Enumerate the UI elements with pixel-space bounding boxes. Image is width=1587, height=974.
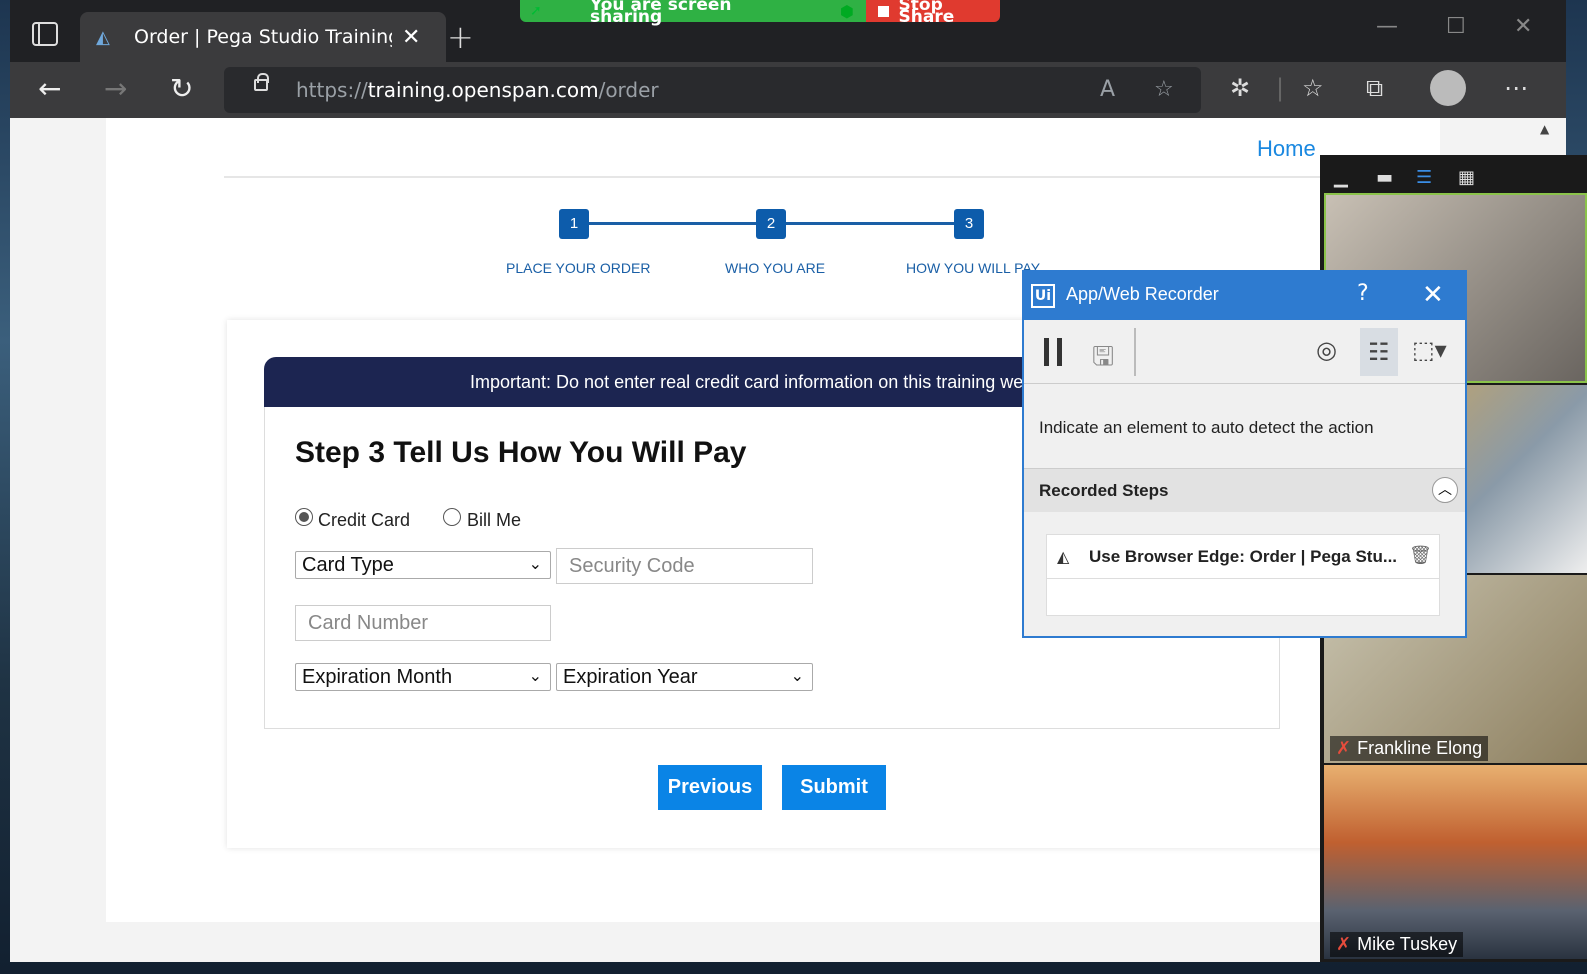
selection-options-icon[interactable]: ⬚▾ <box>1412 336 1447 364</box>
read-aloud-icon[interactable]: A <box>1100 77 1115 102</box>
pega-favicon-icon: ◭ <box>96 26 110 48</box>
collapse-icon[interactable]: ︿ <box>1432 477 1458 503</box>
stepper-connector <box>786 222 968 225</box>
step-2-marker: 2 <box>756 209 786 239</box>
address-bar[interactable]: https://training.openspan.com/order A ☆ <box>224 67 1201 113</box>
recorder-hint: Indicate an element to auto detect the a… <box>1039 418 1374 437</box>
close-tab-icon[interactable]: ✕ <box>402 25 420 50</box>
help-icon[interactable]: ? <box>1357 281 1369 306</box>
expiration-year-select[interactable]: Expiration Year ⌄ <box>556 663 813 691</box>
form-title: Step 3 Tell Us How You Will Pay <box>295 436 747 469</box>
strip-view-icon[interactable]: ☰ <box>1416 167 1432 188</box>
sharing-status-text: You are screen sharing <box>590 0 732 27</box>
recorder-title-bar: Ui App/Web Recorder ? ✕ <box>1024 272 1465 320</box>
security-code-input[interactable]: Security Code <box>556 548 813 584</box>
submit-button[interactable]: Submit <box>782 765 886 810</box>
forward-icon[interactable]: → <box>104 72 127 105</box>
credit-card-label: Credit Card <box>318 510 411 530</box>
recorder-title: App/Web Recorder <box>1066 284 1219 304</box>
uipath-logo: Ui <box>1031 284 1055 308</box>
step-1-label: PLACE YOUR ORDER <box>506 260 651 276</box>
favorites-icon[interactable]: ☆ <box>1302 74 1324 102</box>
browser-icon: ◭ <box>1057 547 1070 566</box>
sharing-arrow-icon: ➚ <box>530 3 542 19</box>
app-web-recorder: Ui App/Web Recorder ? ✕ 🖫 ◎ ☷ ⬚▾ Indicat… <box>1022 270 1467 638</box>
navigation-bar: ← → ↻ https://training.openspan.com/orde… <box>10 62 1566 118</box>
collections-icon[interactable]: ⧉ <box>1366 74 1383 102</box>
participant-name-tag: ✗ Frankline Elong <box>1330 736 1489 761</box>
credit-card-radio[interactable] <box>295 508 313 526</box>
home-link[interactable]: Home <box>1257 136 1316 162</box>
stepper-connector <box>588 222 770 225</box>
chevron-down-icon: ⌄ <box>528 556 542 573</box>
video-tile-4[interactable]: ✗ Mike Tuskey <box>1324 765 1587 959</box>
new-tab-icon[interactable]: + <box>447 18 474 56</box>
screen-share-banner: ➚ You are screen sharing ⬢ Stop Share <box>520 0 1000 27</box>
extensions-icon[interactable]: ✲ <box>1230 74 1250 102</box>
close-icon[interactable]: ✕ <box>1422 280 1444 310</box>
close-window-icon[interactable]: ✕ <box>1514 14 1532 39</box>
gallery-view-icon[interactable]: ▦ <box>1458 167 1475 188</box>
minimize-icon[interactable]: — <box>1376 14 1398 39</box>
chevron-down-icon: ⌄ <box>790 668 804 685</box>
step-1-marker: 1 <box>559 209 589 239</box>
list-view-icon[interactable]: ☷ <box>1360 328 1398 376</box>
save-icon[interactable]: 🖫 <box>1092 338 1114 382</box>
tab-order[interactable]: ◭ Order | Pega Studio Training Web ✕ <box>80 12 446 62</box>
minimize-video-icon[interactable]: ▁ <box>1334 167 1348 188</box>
back-icon[interactable]: ← <box>38 72 61 105</box>
speaker-view-icon[interactable]: ▬ <box>1376 167 1393 188</box>
lock-icon <box>254 73 269 91</box>
bill-me-radio[interactable] <box>443 508 461 526</box>
recorder-toolbar: 🖫 ◎ ☷ ⬚▾ <box>1024 320 1465 384</box>
recorded-step[interactable]: ◭ Use Browser Edge: Order | Pega Stu... … <box>1047 535 1439 579</box>
stop-icon <box>878 5 889 17</box>
maximize-icon[interactable]: ☐ <box>1446 14 1466 39</box>
previous-button[interactable]: Previous <box>658 765 762 810</box>
stop-share-label: Stop Share <box>898 0 955 27</box>
url-text: https://training.openspan.com/order <box>296 78 659 102</box>
profile-avatar[interactable] <box>1430 70 1466 106</box>
muted-mic-icon: ✗ <box>1336 934 1352 954</box>
step-3-marker: 3 <box>954 209 984 239</box>
shield-icon: ⬢ <box>840 1 854 21</box>
recorded-step-label: Use Browser Edge: Order | Pega Stu... <box>1089 547 1398 566</box>
header-divider <box>224 176 1328 178</box>
add-favorite-icon[interactable]: ☆ <box>1154 77 1174 102</box>
card-type-value: Card Type <box>302 554 394 576</box>
chevron-down-icon: ⌄ <box>528 668 542 685</box>
expiration-year-value: Expiration Year <box>563 666 698 688</box>
bill-me-label: Bill Me <box>467 510 522 530</box>
recorded-steps-list: ◭ Use Browser Edge: Order | Pega Stu... … <box>1046 534 1440 616</box>
stop-share-button[interactable]: Stop Share <box>866 0 1000 27</box>
scroll-up-arrow-icon[interactable]: ▲ <box>1540 122 1549 136</box>
tab-actions-icon[interactable] <box>32 22 58 46</box>
recorded-steps-title: Recorded Steps <box>1039 481 1169 500</box>
pause-icon[interactable] <box>1044 338 1062 366</box>
step-2-label: WHO YOU ARE <box>725 260 826 276</box>
tab-title: Order | Pega Studio Training Web <box>134 26 392 48</box>
delete-icon[interactable]: 🗑 <box>1409 545 1432 566</box>
muted-mic-icon: ✗ <box>1336 738 1352 758</box>
target-icon[interactable]: ◎ <box>1316 336 1337 364</box>
step-3-label: HOW YOU WILL PAY <box>906 260 1041 276</box>
more-menu-icon[interactable]: ⋯ <box>1504 74 1528 102</box>
sharing-status[interactable]: ➚ You are screen sharing ⬢ <box>520 0 866 27</box>
participant-name-tag: ✗ Mike Tuskey <box>1330 932 1464 957</box>
toolbar-divider: | <box>1276 74 1285 102</box>
refresh-icon[interactable]: ↻ <box>170 72 193 105</box>
toolbar-separator <box>1134 328 1136 376</box>
expiration-month-value: Expiration Month <box>302 666 453 688</box>
expiration-month-select[interactable]: Expiration Month ⌄ <box>295 663 551 691</box>
card-number-input[interactable]: Card Number <box>295 605 551 641</box>
card-type-select[interactable]: Card Type ⌄ <box>295 551 551 579</box>
recorded-steps-header: Recorded Steps ︿ <box>1024 468 1465 512</box>
